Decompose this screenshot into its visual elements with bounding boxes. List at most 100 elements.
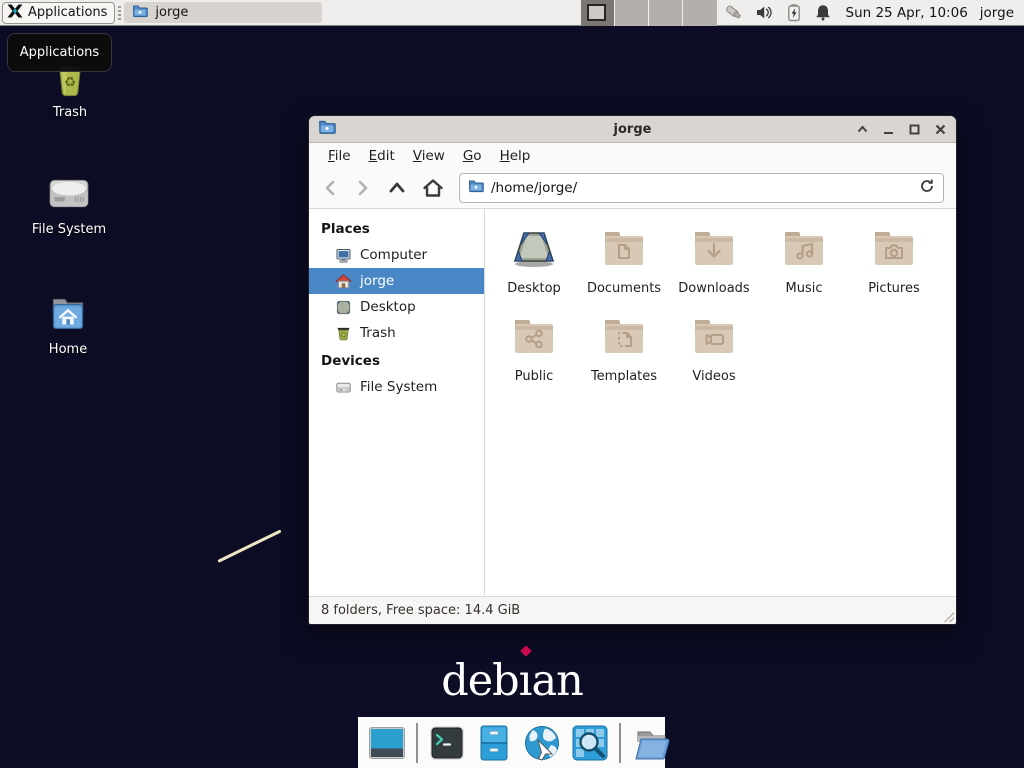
panel-clock[interactable]: Sun 25 Apr, 10:06	[846, 5, 968, 21]
reload-icon[interactable]	[919, 178, 935, 198]
applications-tooltip-text: Applications	[20, 45, 99, 60]
desktop-icon-home-label: Home	[13, 342, 123, 357]
workspace-3[interactable]	[649, 0, 683, 26]
file-item-public-label: Public	[515, 369, 553, 384]
folder-icon	[132, 3, 148, 23]
file-manager-window: jorge File Edit View Go Help	[308, 115, 957, 625]
file-item-desktop-label: Desktop	[507, 281, 561, 296]
sidebar-item-computer[interactable]: Computer	[309, 242, 484, 268]
applications-tooltip: Applications	[7, 33, 112, 72]
file-item-public[interactable]: Public	[489, 312, 579, 384]
menu-go[interactable]: Go	[454, 148, 491, 164]
file-item-videos[interactable]: Videos	[669, 312, 759, 384]
statusbar-text: 8 folders, Free space: 14.4 GiB	[321, 603, 520, 618]
dock-separator-2	[619, 723, 621, 763]
folder-camera-icon	[870, 224, 918, 272]
resize-grip[interactable]	[942, 610, 954, 622]
file-item-pictures[interactable]: Pictures	[849, 224, 939, 296]
file-item-music[interactable]: Music	[759, 224, 849, 296]
window-body: Places Computer	[309, 209, 956, 596]
sidebar-item-file-system[interactable]: File System	[309, 374, 484, 400]
file-view[interactable]: Desktop Documents	[485, 209, 956, 596]
bottom-dock	[358, 717, 665, 768]
home-folder-icon	[13, 291, 123, 337]
system-tray	[725, 3, 832, 22]
desktop-icon-file-system[interactable]: File System	[14, 171, 124, 237]
show-desktop-icon[interactable]	[367, 723, 407, 763]
window-titlebar[interactable]: jorge	[309, 116, 956, 143]
toolbar: /home/jorge/	[309, 168, 956, 209]
folder-document-icon	[600, 224, 648, 272]
file-cabinet-icon[interactable]	[474, 723, 514, 763]
app-finder-icon[interactable]	[570, 723, 610, 763]
sidebar-item-trash-label: Trash	[360, 325, 396, 341]
home-button[interactable]	[422, 178, 444, 198]
stylus-icon[interactable]	[725, 3, 744, 22]
sidebar-item-trash[interactable]: Trash	[309, 320, 484, 346]
up-button[interactable]	[387, 178, 407, 198]
workspace-4[interactable]	[683, 0, 717, 26]
desktop-icon	[509, 224, 559, 272]
desktop-icon-home[interactable]: Home	[13, 291, 123, 357]
folder-video-icon	[690, 312, 738, 360]
file-item-desktop[interactable]: Desktop	[489, 224, 579, 296]
sidebar: Places Computer	[309, 209, 485, 596]
path-input[interactable]: /home/jorge/	[491, 180, 912, 196]
home-icon	[335, 273, 352, 290]
sidebar-item-desktop-label: Desktop	[360, 299, 416, 315]
window-folder-icon[interactable]	[318, 118, 336, 140]
debian-logo: debıan	[0, 660, 1024, 703]
desktop-icon-trash-label: Trash	[15, 105, 125, 120]
menu-view[interactable]: View	[404, 148, 454, 164]
sidebar-places-header: Places	[309, 214, 484, 242]
desktop-icon-file-system-label: File System	[14, 222, 124, 237]
file-item-downloads[interactable]: Downloads	[669, 224, 759, 296]
close-button[interactable]	[934, 123, 947, 136]
wallpaper-swirl-line	[217, 529, 281, 562]
sidebar-item-jorge[interactable]: jorge	[309, 268, 484, 294]
terminal-icon[interactable]	[427, 723, 467, 763]
sidebar-item-computer-label: Computer	[360, 247, 427, 263]
computer-icon	[335, 247, 352, 264]
workspace-1[interactable]	[581, 0, 615, 26]
sidebar-item-jorge-label: jorge	[360, 273, 394, 289]
path-bar[interactable]: /home/jorge/	[459, 173, 944, 203]
sidebar-item-file-system-label: File System	[360, 379, 437, 395]
maximize-button[interactable]	[908, 123, 921, 136]
applications-menu-label: Applications	[28, 5, 107, 20]
battery-charging-icon[interactable]	[785, 3, 803, 22]
workspace-window-preview	[587, 4, 606, 21]
taskbar-window-button[interactable]: jorge	[124, 2, 322, 23]
forward-button[interactable]	[354, 178, 372, 198]
svg-text:♻: ♻	[64, 74, 76, 90]
panel-username-button[interactable]: jorge	[980, 5, 1014, 21]
file-manager-folder-icon[interactable]	[630, 723, 672, 763]
notifications-bell-icon[interactable]	[814, 3, 832, 22]
debian-logo-i-diamond: ı	[519, 656, 532, 706]
file-item-templates[interactable]: Templates	[579, 312, 669, 384]
workspace-2[interactable]	[615, 0, 649, 26]
folder-download-icon	[690, 224, 738, 272]
menu-edit[interactable]: Edit	[360, 148, 404, 164]
volume-icon[interactable]	[755, 3, 774, 22]
path-folder-icon	[468, 178, 484, 198]
web-browser-icon[interactable]	[521, 723, 563, 763]
file-item-templates-label: Templates	[591, 369, 657, 384]
debian-logo-right: an	[531, 656, 582, 706]
file-item-documents[interactable]: Documents	[579, 224, 669, 296]
hard-drive-icon	[14, 171, 124, 217]
menu-help[interactable]: Help	[491, 148, 540, 164]
sidebar-devices-header: Devices	[309, 346, 484, 374]
xorg-logo-icon	[7, 3, 23, 23]
folder-music-icon	[780, 224, 828, 272]
sidebar-item-desktop[interactable]: Desktop	[309, 294, 484, 320]
statusbar: 8 folders, Free space: 14.4 GiB	[309, 596, 956, 624]
back-button[interactable]	[321, 178, 339, 198]
shade-button[interactable]	[856, 123, 869, 136]
file-item-downloads-label: Downloads	[678, 281, 749, 296]
minimize-button[interactable]	[882, 123, 895, 136]
applications-menu-button[interactable]: Applications	[2, 2, 115, 24]
folder-template-icon	[600, 312, 648, 360]
menu-file[interactable]: File	[319, 148, 360, 164]
debian-logo-left: deb	[441, 656, 519, 706]
